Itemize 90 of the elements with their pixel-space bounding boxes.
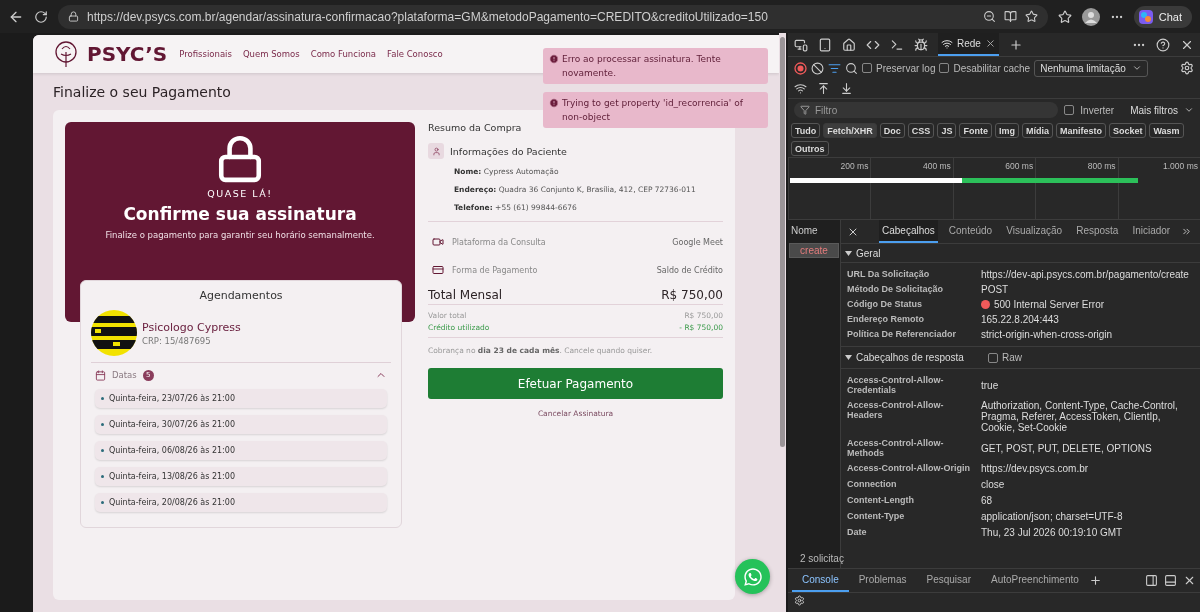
header-name: Content-Length — [847, 495, 915, 506]
detail-tab[interactable]: Iniciador — [1129, 220, 1174, 243]
more-filters-button[interactable]: Mais filtros — [1130, 104, 1178, 116]
checkbox-label: Preservar log — [876, 62, 936, 74]
schedule-title: Agendamentos — [199, 289, 283, 302]
page-title: Finalize o seu Pagamento — [53, 84, 232, 100]
info-label: Plataforma da Consulta — [452, 237, 547, 247]
header-value: close — [981, 479, 1006, 490]
header-value: 68 — [981, 495, 994, 506]
nav-link[interactable]: Profissionais — [179, 49, 232, 59]
header-value: POST — [981, 284, 1010, 295]
type-filter[interactable]: Doc — [879, 123, 905, 138]
detail-tab[interactable]: Cabeçalhos — [879, 220, 938, 243]
info-value: Google Meet — [672, 237, 723, 247]
header-name: Access-Control-Allow-Origin — [847, 463, 971, 474]
header-value: Thu, 23 Jul 2026 00:19:10 GMT — [981, 527, 1124, 538]
address-bar[interactable]: https://dev.psycs.com.br/agendar/assinatura-confirmacao?plataforma=GM&metodoPagamento=CREDITO&creditoUtilizado=150 — [58, 4, 1048, 29]
filter-field[interactable]: Filtro — [794, 102, 1059, 118]
date-item: Quinta-feira, 13/08/26 às 21:00 — [95, 467, 387, 486]
psychologist-crp: CRP: 15/487695 — [142, 335, 212, 346]
header-name: Access-Control-Allow-Headers — [847, 400, 945, 422]
header-value: https://dev.psycs.com.br — [981, 463, 1090, 474]
header-value: https://dev-api.psycs.com.br/pagamento/create — [981, 269, 1190, 280]
header-name: Método De Solicitação — [847, 284, 945, 295]
header-name: URL Da Solicitação — [847, 269, 931, 280]
nav-link[interactable]: Quem Somos — [242, 49, 300, 59]
header-name: Endereço Remoto — [847, 314, 925, 325]
nav-link[interactable]: Fale Conosco — [387, 49, 443, 59]
total-value: R$ 750,00 — [661, 288, 723, 302]
header-name: Política De Referenciador — [847, 329, 958, 340]
devtools-tab[interactable]: Rede — [938, 33, 999, 56]
pay-button[interactable]: Efetuar Pagamento — [428, 368, 723, 399]
detail-tab[interactable]: Resposta — [1073, 220, 1122, 243]
hero-title: Confirme sua assinatura — [123, 204, 357, 224]
type-filter[interactable]: JS — [937, 123, 957, 138]
info-value: Saldo de Crédito — [656, 265, 723, 275]
detail-tab[interactable]: Visualização — [1003, 220, 1066, 243]
url-text: https://dev.psycs.com.br/agendar/assinatura-confirmacao?plataforma=GM&metodoPagamento=CREDITO&creditoUtilizado=150 — [87, 9, 769, 24]
type-filter[interactable]: Fonte — [959, 123, 992, 138]
section-title: Cabeçalhos de resposta — [856, 352, 965, 363]
date-item: Quinta-feira, 20/08/26 às 21:00 — [95, 493, 387, 512]
type-filter[interactable]: Fetch/XHR — [823, 123, 877, 138]
header-value: GET, POST, PUT, DELETE, OPTIONS — [981, 441, 1153, 456]
header-value: Authorization, Content-Type, Cache-Control, Pragma, Referer, AccessToken, ClientIp, Cookie, Set-Cookie — [981, 400, 1179, 433]
name-header: Nome — [790, 224, 819, 238]
summary-title: Resumo da Compra — [428, 122, 523, 133]
toast-text: Trying to get property 'id_recorrencia' of non-object — [562, 97, 744, 124]
header-name: Date — [847, 527, 868, 538]
header-value: strict-origin-when-cross-origin — [981, 329, 1114, 340]
header-name: Content-Type — [847, 511, 906, 522]
drawer-tab[interactable]: Problemas — [848, 569, 917, 592]
type-filter[interactable]: Socket — [1108, 123, 1147, 138]
checkbox-label: Desabilitar cache — [953, 62, 1031, 74]
type-filter[interactable]: CSS — [907, 123, 935, 138]
info-label: Forma de Pagamento — [452, 265, 539, 275]
drawer-tab[interactable]: AutoPreenchimento — [981, 569, 1089, 592]
nav-link[interactable]: Como Funciona — [310, 49, 377, 59]
type-filter[interactable]: Tudo — [791, 123, 821, 138]
type-filter[interactable]: Outros — [791, 141, 829, 156]
total-label: Total Mensal — [428, 288, 503, 302]
section-title: Geral — [856, 247, 881, 259]
type-filter[interactable]: Img — [994, 123, 1019, 138]
dates-label: Datas — [112, 370, 137, 380]
detail-tab[interactable]: Conteúdo — [945, 220, 996, 243]
header-name: Connection — [847, 479, 898, 490]
throttle-select[interactable]: Nenhuma limitação — [1034, 59, 1148, 77]
type-filter[interactable]: Manifesto — [1055, 123, 1106, 138]
date-item: Quinta-feira, 23/07/26 às 21:00 — [95, 389, 387, 408]
type-filter[interactable]: Mídia — [1021, 123, 1053, 138]
header-value: true — [981, 378, 1000, 393]
header-name: Código De Status — [847, 299, 923, 310]
checkbox-label: Raw — [1002, 352, 1022, 363]
date-item: Quinta-feira, 30/07/26 às 21:00 — [95, 415, 387, 434]
header-name: Access-Control-Allow-Credentials — [847, 375, 945, 395]
header-value: application/json; charset=UTF-8 — [981, 511, 1124, 522]
header-value: 500 Internal Server Error — [994, 299, 1105, 310]
logo-text[interactable]: PSYC’S — [87, 42, 168, 66]
type-filter[interactable]: Wasm — [1149, 123, 1184, 138]
patient-title: Informações do Paciente — [450, 145, 567, 157]
psychologist-name: Psicologo Cypress — [142, 320, 241, 334]
header-value: 165.22.8.204:443 — [981, 314, 1060, 325]
hero-eyebrow: QUASE LÁ! — [207, 188, 273, 199]
chat-button[interactable]: Chat — [1133, 5, 1192, 28]
toast-text: Erro ao processar assinatura. Tente novamente. — [562, 53, 722, 80]
header-name: Access-Control-Allow-Methods — [847, 438, 945, 458]
drawer-tab[interactable]: Console — [792, 569, 849, 592]
date-item: Quinta-feira, 06/08/26 às 21:00 — [95, 441, 387, 460]
drawer-tab[interactable]: Pesquisar — [916, 569, 981, 592]
hero-subtitle: Finalize o pagamento para garantir seu horário semanalmente. — [105, 230, 375, 240]
checkbox-label: Inverter — [1080, 104, 1115, 116]
